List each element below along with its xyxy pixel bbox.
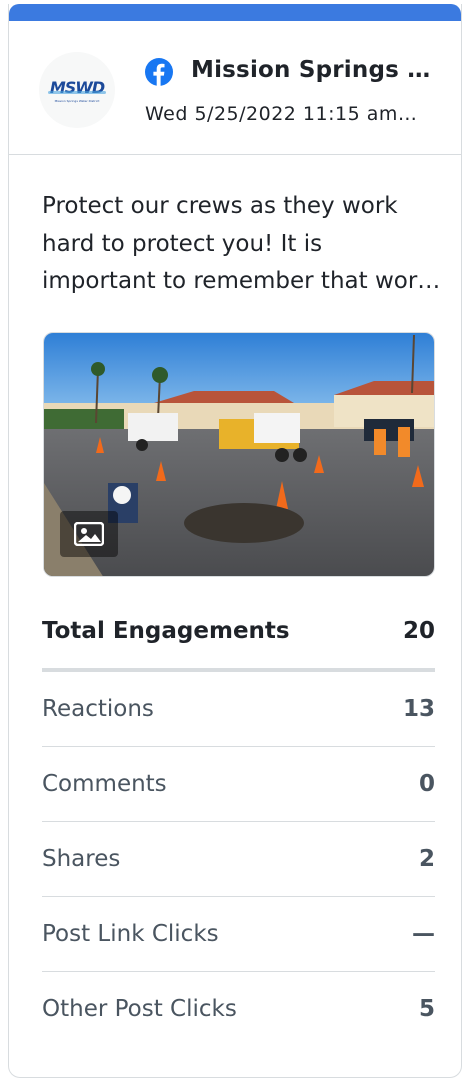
metric-value: 20 [402,618,435,644]
post-header: MSWD Mission Springs Water District Miss… [9,21,461,155]
image-icon [74,522,104,546]
metric-reactions: Reactions 13 [42,672,435,747]
post-card[interactable]: MSWD Mission Springs Water District Miss… [8,4,462,1078]
engagement-metrics: Total Engagements 20 Reactions 13 Commen… [42,594,435,1046]
profile-avatar[interactable]: MSWD Mission Springs Water District [39,52,115,128]
post-date: Wed 5/25/2022 11:15 am PDT [145,103,423,125]
metric-value: 5 [418,996,435,1022]
metric-value: 2 [418,846,435,872]
image-type-badge [60,511,118,557]
account-name[interactable]: Mission Springs Water District [191,57,431,83]
metric-label: Shares [42,846,121,872]
metric-total-engagements: Total Engagements 20 [42,594,435,672]
logo-text: MSWD [47,77,107,97]
metric-shares: Shares 2 [42,822,435,897]
metric-post-link-clicks: Post Link Clicks — [42,897,435,972]
metric-label: Total Engagements [42,618,290,644]
post-text: Protect our crews as they work hard to p… [42,193,431,294]
metric-other-post-clicks: Other Post Clicks 5 [42,972,435,1046]
metric-comments: Comments 0 [42,747,435,822]
card-accent-bar [9,4,461,21]
metric-value: 13 [402,696,435,722]
metric-label: Other Post Clicks [42,996,237,1022]
metric-value: 0 [418,771,435,797]
facebook-icon [145,58,173,86]
metric-label: Reactions [42,696,154,722]
logo-subtext: Mission Springs Water District [54,98,100,103]
post-image[interactable] [43,332,435,577]
metric-label: Comments [42,771,167,797]
metric-value: — [412,921,435,947]
metric-label: Post Link Clicks [42,921,219,947]
